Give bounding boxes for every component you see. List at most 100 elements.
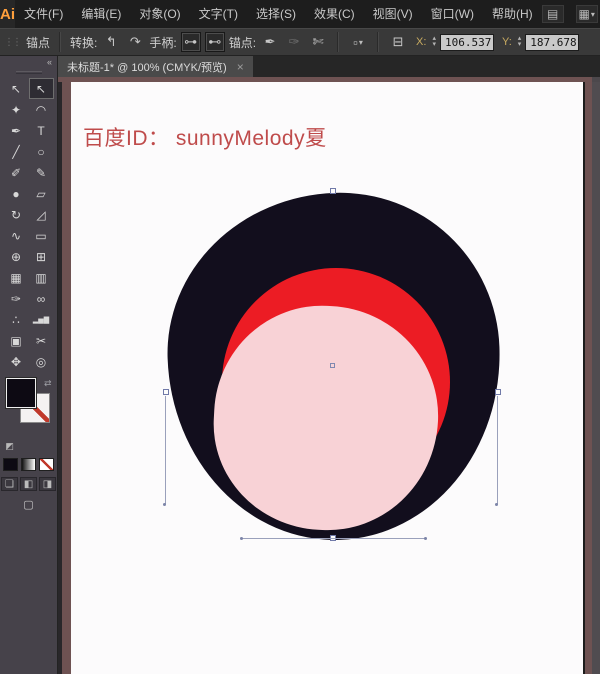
anchor-point-left[interactable] [163,389,169,395]
tab-title: 未标题-1* @ 100% (CMYK/预览) [67,59,227,75]
symbol-sprayer-tool[interactable]: ∴ [4,309,29,330]
perspective-grid-tool[interactable]: ⊞ [29,246,54,267]
caption-text[interactable]: 百度ID： sunnyMelody夏 [83,122,327,152]
separator [377,32,379,52]
bezier-handle-end[interactable] [495,503,498,506]
collapse-panel-button[interactable]: « [0,56,57,68]
isolate-selection-icon[interactable]: ▫ ▾ [348,32,368,52]
pen-icon: ✒ [11,124,21,138]
bezier-handle-end[interactable] [424,537,427,540]
panel-grip[interactable]: ⋮⋮ [4,37,20,48]
ellipse-icon: ○ [37,145,44,159]
anchor-point-top[interactable] [330,188,336,194]
magic-wand-tool[interactable]: ✦ [4,99,29,120]
x-coordinate-field[interactable]: 106.537 [440,34,494,51]
convert-to-smooth-icon[interactable]: ↷ [125,32,145,52]
menu-select[interactable]: 选择(S) [247,0,305,28]
convert-to-corner-icon[interactable]: ↰ [101,32,121,52]
slice-icon: ✂ [36,334,46,348]
object-center-point[interactable] [330,363,335,368]
width-tool[interactable]: ∿ [4,225,29,246]
screen-mode-button[interactable]: ▢ [19,498,39,512]
hand-tool[interactable]: ✥ [4,351,29,372]
scale-icon: ◿ [36,208,45,222]
mesh-tool[interactable]: ▦ [4,267,29,288]
color-button[interactable] [3,458,18,471]
artboard[interactable]: 百度ID： sunnyMelody夏 [71,82,583,674]
document-icon[interactable]: ▤ [542,5,564,23]
menu-type[interactable]: 文字(T) [190,0,247,28]
menu-file[interactable]: 文件(F) [15,0,72,28]
bezier-handle-line-right [497,396,498,504]
draw-behind-icon: ◧ [24,479,33,490]
column-graph-tool[interactable]: ▂▅▇ [29,309,54,330]
draw-behind-mode-button[interactable]: ◧ [20,477,37,491]
y-stepper[interactable]: ▴ ▾ [518,36,522,48]
zoom-tool[interactable]: ◎ [29,351,54,372]
anchor-point-right[interactable] [495,389,501,395]
menu-object[interactable]: 对象(O) [130,0,189,28]
menu-edit[interactable]: 编辑(E) [72,0,130,28]
spin-down-icon[interactable]: ▾ [432,42,436,48]
x-stepper[interactable]: ▴ ▾ [432,36,436,48]
constrain-icon[interactable]: ⊟ [388,32,408,52]
eraser-tool[interactable]: ▱ [29,183,54,204]
drawing-mode-buttons: ❏ ◧ ◨ [0,477,57,491]
close-icon[interactable]: × [237,60,244,74]
gradient-tool[interactable]: ▥ [29,267,54,288]
draw-inside-mode-button[interactable]: ◨ [39,477,56,491]
direct-selection-tool[interactable]: ↖ [29,78,54,99]
cut-path-icon[interactable]: ✄ [308,32,328,52]
tools-panel: « ↖ ↖ ✦ ◠ ✒ T ╱ ○ ✐ ✎ ● ▱ ↻ ◿ ∿ ▭ ⊕ ⊞ ▦ … [0,56,58,674]
draw-normal-mode-button[interactable]: ❏ [1,477,18,491]
artboard-tool[interactable]: ▣ [4,330,29,351]
line-tool[interactable]: ╱ [4,141,29,162]
window-right-gutter [592,82,600,674]
spin-down-icon[interactable]: ▾ [518,42,522,48]
none-button[interactable] [39,458,54,471]
gradient-button[interactable] [21,458,36,471]
hide-handles-icon[interactable]: ⊷ [205,32,225,52]
type-tool[interactable]: T [29,120,54,141]
menu-view[interactable]: 视图(V) [364,0,422,28]
convert-label: 转换: [70,34,97,51]
illustrator-logo: Ai [0,0,15,28]
free-transform-tool[interactable]: ▭ [29,225,54,246]
rotate-tool[interactable]: ↻ [4,204,29,225]
bezier-handle-end[interactable] [163,503,166,506]
blob-brush-tool[interactable]: ● [4,183,29,204]
menu-help[interactable]: 帮助(H) [483,0,542,28]
paintbrush-tool[interactable]: ✐ [4,162,29,183]
remove-anchor-icon[interactable]: ✑ [284,32,304,52]
blend-icon: ∞ [37,292,46,306]
mesh-icon: ▦ [10,271,21,285]
bezier-handle-end[interactable] [240,537,243,540]
ellipse-tool[interactable]: ○ [29,141,54,162]
swap-fill-stroke-icon[interactable]: ⇄ [44,378,52,389]
show-handles-icon[interactable]: ⊶ [181,32,201,52]
document-tab[interactable]: 未标题-1* @ 100% (CMYK/预览) × [58,56,253,77]
eraser-icon: ▱ [36,187,45,201]
pencil-tool[interactable]: ✎ [29,162,54,183]
eyedropper-tool[interactable]: ✑ [4,288,29,309]
type-icon: T [37,124,44,138]
handles-label: 手柄: [149,34,176,51]
add-anchor-icon[interactable]: ✒ [260,32,280,52]
pen-tool[interactable]: ✒ [4,120,29,141]
workspace-switcher[interactable]: ▦ ▾ [576,5,598,23]
menu-window[interactable]: 窗口(W) [422,0,483,28]
lasso-tool[interactable]: ◠ [29,99,54,120]
selection-tool[interactable]: ↖ [4,78,29,99]
paintbrush-icon: ✐ [11,166,21,180]
selection-icon: ↖ [11,82,21,96]
scale-tool[interactable]: ◿ [29,204,54,225]
y-coordinate-field[interactable]: 187.678 [525,34,579,51]
default-fill-stroke-icon[interactable]: ◩ [6,441,15,452]
panel-drag-grip[interactable] [16,71,42,74]
blend-tool[interactable]: ∞ [29,288,54,309]
menu-effect[interactable]: 效果(C) [305,0,364,28]
width-icon: ∿ [11,229,21,243]
slice-tool[interactable]: ✂ [29,330,54,351]
shape-builder-tool[interactable]: ⊕ [4,246,29,267]
fill-swatch[interactable] [6,378,36,408]
